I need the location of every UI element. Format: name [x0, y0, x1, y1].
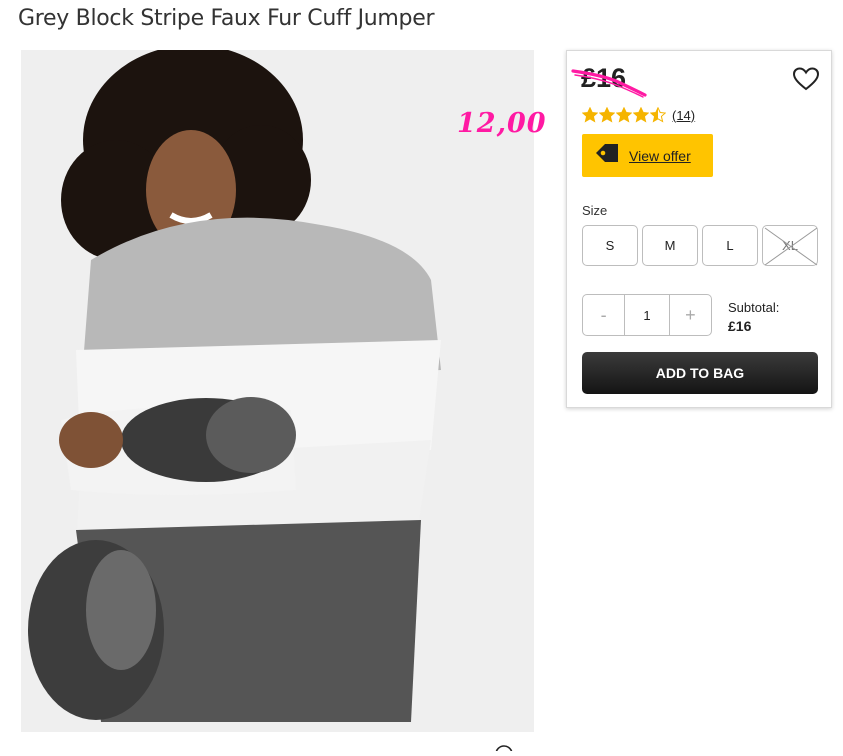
view-offer-button[interactable]: View offer: [582, 134, 713, 177]
subtotal: Subtotal: £16: [728, 299, 779, 335]
star-icon: [650, 107, 666, 123]
quantity-decrease-button[interactable]: -: [583, 295, 624, 335]
size-option-s[interactable]: S: [582, 225, 638, 266]
size-option-l[interactable]: L: [702, 225, 758, 266]
star-icon: [616, 107, 632, 123]
unavailable-cross-icon: [764, 227, 818, 266]
size-option-label: S: [605, 238, 615, 253]
rating: (14): [582, 107, 695, 123]
subtotal-label: Subtotal:: [728, 300, 780, 315]
star-icon: [582, 107, 598, 123]
size-label: Size: [582, 203, 608, 218]
handwritten-price-annotation: 12,00: [457, 108, 547, 139]
quantity-value[interactable]: 1: [624, 295, 670, 335]
heart-icon[interactable]: [792, 67, 820, 96]
size-option-m[interactable]: M: [642, 225, 698, 266]
size-option-label: M: [664, 238, 676, 253]
price-strikethrough-mark: [571, 69, 647, 98]
size-option-xl-unavailable[interactable]: XL: [762, 225, 818, 266]
quantity-stepper: - 1 +: [582, 294, 712, 336]
zoom-icon[interactable]: [494, 738, 514, 756]
size-option-label: L: [726, 238, 734, 253]
quantity-increase-button[interactable]: +: [670, 295, 711, 335]
star-icon: [633, 107, 649, 123]
tag-icon: [594, 142, 620, 169]
view-offer-label: View offer: [629, 147, 691, 164]
reviews-link[interactable]: (14): [672, 108, 695, 123]
rating-stars: [582, 107, 666, 123]
purchase-panel: £16 (14) View offer Size S M L - 1 + Sub…: [566, 50, 832, 408]
add-to-bag-button[interactable]: ADD TO BAG: [582, 352, 818, 394]
subtotal-amount: £16: [728, 318, 752, 334]
star-icon: [599, 107, 615, 123]
size-selector: S M L XL: [582, 225, 818, 266]
product-title: Grey Block Stripe Faux Fur Cuff Jumper: [18, 6, 435, 31]
product-image[interactable]: [21, 50, 534, 732]
